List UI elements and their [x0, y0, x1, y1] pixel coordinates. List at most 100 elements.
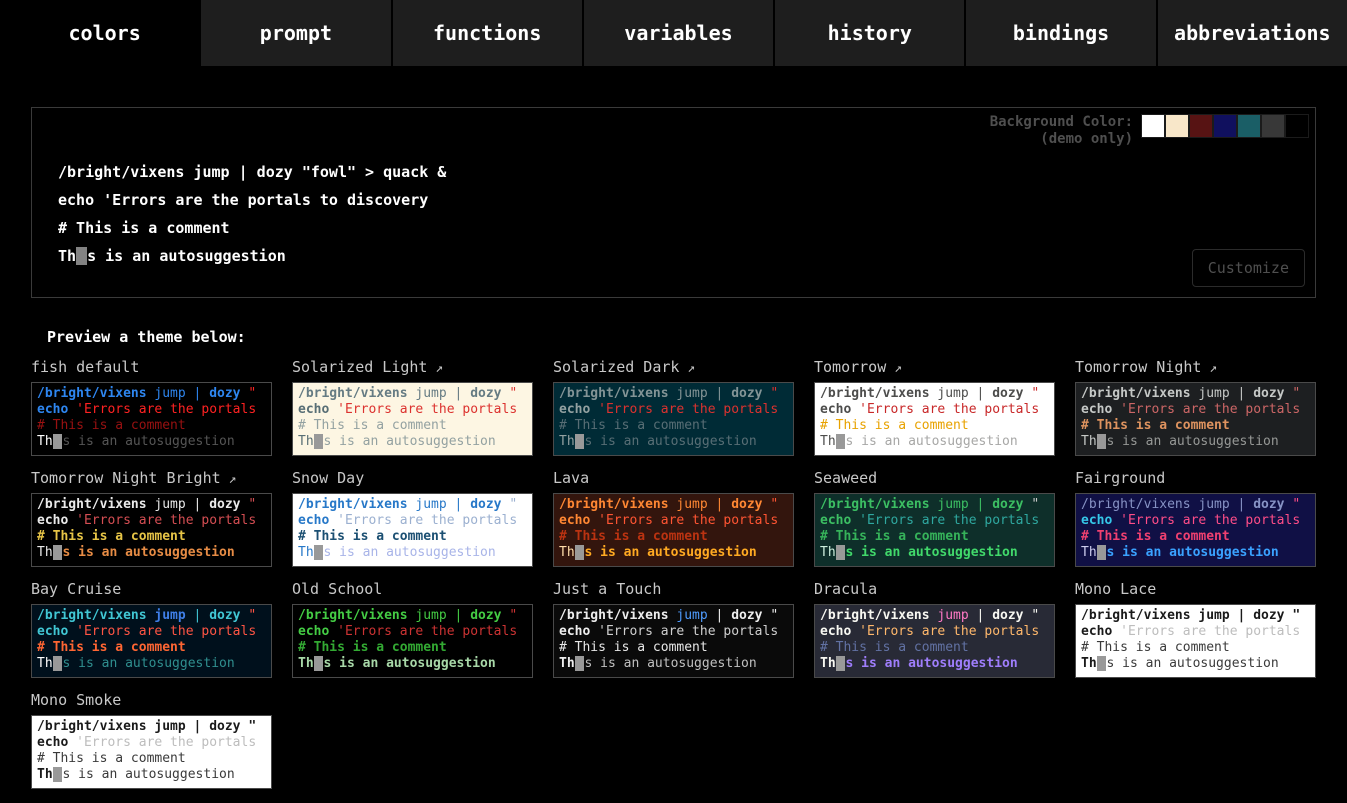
theme-name[interactable]: Fairground — [1075, 469, 1316, 490]
theme-preview-line: echo 'Errors are the portals — [820, 513, 1049, 529]
code-span: echo — [559, 402, 598, 417]
external-link-icon[interactable]: ↗ — [886, 361, 902, 376]
theme-name[interactable]: Solarized Dark ↗ — [553, 358, 794, 379]
external-link-icon[interactable]: ↗ — [1201, 361, 1217, 376]
theme-preview[interactable]: /bright/vixens jump | dozy "echo 'Errors… — [292, 382, 533, 456]
code-span: /bright/vixens — [820, 386, 930, 401]
theme-name[interactable]: fish default — [31, 358, 272, 379]
code-span: echo — [559, 513, 598, 528]
theme-preview-line: This is an autosuggestion — [298, 434, 527, 450]
code-span: echo 'Errors are the portals to discover… — [58, 191, 428, 209]
theme-card-fish-default[interactable]: fish default/bright/vixens jump | dozy "… — [31, 358, 272, 456]
theme-preview-line: This is an autosuggestion — [559, 545, 788, 561]
theme-card-mono-smoke[interactable]: Mono Smoke/bright/vixens jump | dozy "ec… — [31, 691, 272, 789]
theme-name[interactable]: Mono Lace — [1075, 580, 1316, 601]
theme-card-solarized-light[interactable]: Solarized Light ↗ /bright/vixens jump | d… — [292, 358, 533, 456]
theme-name[interactable]: Tomorrow Night ↗ — [1075, 358, 1316, 379]
external-link-icon[interactable]: ↗ — [679, 361, 695, 376]
theme-preview-line: # This is a comment — [298, 418, 527, 434]
background-swatch-3[interactable] — [1213, 114, 1237, 138]
tab-colors[interactable]: colors — [10, 0, 199, 66]
tab-bindings[interactable]: bindings — [964, 0, 1155, 66]
tab-prompt[interactable]: prompt — [199, 0, 390, 66]
theme-preview[interactable]: /bright/vixens jump | dozy "echo 'Errors… — [814, 604, 1055, 678]
theme-card-tomorrow[interactable]: Tomorrow ↗ /bright/vixens jump | dozy "ec… — [814, 358, 1055, 456]
external-link-icon[interactable]: ↗ — [221, 472, 237, 487]
code-span: jump — [147, 719, 186, 734]
code-span: " — [1024, 608, 1040, 623]
tab-history[interactable]: history — [773, 0, 964, 66]
code-span: dozy — [470, 497, 501, 512]
theme-name[interactable]: Tomorrow Night Bright ↗ — [31, 469, 272, 490]
theme-preview[interactable]: /bright/vixens jump | dozy "echo 'Errors… — [1075, 604, 1316, 678]
theme-card-seaweed[interactable]: Seaweed/bright/vixens jump | dozy "echo … — [814, 469, 1055, 567]
theme-name[interactable]: Tomorrow ↗ — [814, 358, 1055, 379]
background-swatch-4[interactable] — [1237, 114, 1261, 138]
code-span: jump — [1191, 386, 1230, 401]
theme-preview[interactable]: /bright/vixens jump | dozy "echo 'Errors… — [814, 382, 1055, 456]
theme-name[interactable]: Lava — [553, 469, 794, 490]
code-span: s is an autosuggestion — [62, 434, 234, 449]
code-span: dozy — [1253, 497, 1284, 512]
theme-preview[interactable]: /bright/vixens jump | dozy "echo 'Errors… — [31, 493, 272, 567]
theme-preview-line: # This is a comment — [37, 529, 266, 545]
code-span: Th — [559, 656, 575, 671]
theme-preview[interactable]: /bright/vixens jump | dozy "echo 'Errors… — [292, 493, 533, 567]
cursor-block: i — [1097, 434, 1107, 449]
code-span: 'Errors are the portals — [598, 402, 778, 417]
theme-card-fairground[interactable]: Fairground/bright/vixens jump | dozy "ec… — [1075, 469, 1316, 567]
theme-name[interactable]: Dracula — [814, 580, 1055, 601]
theme-card-bay-cruise[interactable]: Bay Cruise/bright/vixens jump | dozy "ec… — [31, 580, 272, 678]
background-swatch-0[interactable] — [1141, 114, 1165, 138]
theme-name[interactable]: Bay Cruise — [31, 580, 272, 601]
theme-preview[interactable]: /bright/vixens jump | dozy "echo 'Errors… — [553, 604, 794, 678]
theme-preview[interactable]: /bright/vixens jump | dozy "echo 'Errors… — [553, 493, 794, 567]
theme-card-tomorrow-night-bright[interactable]: Tomorrow Night Bright ↗ /bright/vixens ju… — [31, 469, 272, 567]
customize-button[interactable]: Customize — [1192, 249, 1305, 287]
code-span: /bright/vixens — [559, 386, 669, 401]
theme-name[interactable]: Old School — [292, 580, 533, 601]
theme-name[interactable]: Just a Touch — [553, 580, 794, 601]
theme-card-dracula[interactable]: Dracula/bright/vixens jump | dozy "echo … — [814, 580, 1055, 678]
background-swatch-5[interactable] — [1261, 114, 1285, 138]
theme-name[interactable]: Solarized Light ↗ — [292, 358, 533, 379]
theme-preview[interactable]: /bright/vixens jump | dozy "echo 'Errors… — [31, 604, 272, 678]
theme-card-mono-lace[interactable]: Mono Lace/bright/vixens jump | dozy "ech… — [1075, 580, 1316, 678]
tab-abbreviations[interactable]: abbreviations — [1156, 0, 1347, 66]
theme-preview[interactable]: /bright/vixens jump | dozy "echo 'Errors… — [1075, 493, 1316, 567]
code-span: # This is a comment — [37, 418, 186, 433]
code-span: Th — [37, 767, 53, 782]
theme-card-tomorrow-night[interactable]: Tomorrow Night ↗ /bright/vixens jump | do… — [1075, 358, 1316, 456]
theme-card-lava[interactable]: Lava/bright/vixens jump | dozy "echo 'Er… — [553, 469, 794, 567]
theme-preview[interactable]: /bright/vixens jump | dozy "echo 'Errors… — [31, 382, 272, 456]
code-span: /bright/vixens — [37, 719, 147, 734]
theme-card-solarized-dark[interactable]: Solarized Dark ↗ /bright/vixens jump | do… — [553, 358, 794, 456]
code-span: jump — [1191, 608, 1230, 623]
theme-preview[interactable]: /bright/vixens jump | dozy "echo 'Errors… — [1075, 382, 1316, 456]
theme-preview-line: # This is a comment — [1081, 640, 1310, 656]
background-swatch-1[interactable] — [1165, 114, 1189, 138]
background-swatch-6[interactable] — [1285, 114, 1309, 138]
theme-name[interactable]: Mono Smoke — [31, 691, 272, 712]
tab-variables[interactable]: variables — [582, 0, 773, 66]
code-span: s is an autosuggestion — [323, 656, 495, 671]
theme-preview[interactable]: /bright/vixens jump | dozy "echo 'Errors… — [814, 493, 1055, 567]
theme-name[interactable]: Seaweed — [814, 469, 1055, 490]
cursor-block: i — [314, 656, 324, 671]
theme-preview-line: # This is a comment — [37, 751, 266, 767]
tab-functions[interactable]: functions — [391, 0, 582, 66]
theme-card-just-a-touch[interactable]: Just a Touch/bright/vixens jump | dozy "… — [553, 580, 794, 678]
code-span: | — [708, 497, 731, 512]
background-swatch-2[interactable] — [1189, 114, 1213, 138]
theme-preview-line: /bright/vixens jump | dozy " — [37, 386, 266, 402]
theme-card-snow-day[interactable]: Snow Day/bright/vixens jump | dozy "echo… — [292, 469, 533, 567]
theme-preview[interactable]: /bright/vixens jump | dozy "echo 'Errors… — [31, 715, 272, 789]
theme-name[interactable]: Snow Day — [292, 469, 533, 490]
external-link-icon[interactable]: ↗ — [427, 361, 443, 376]
theme-card-old-school[interactable]: Old School/bright/vixens jump | dozy "ec… — [292, 580, 533, 678]
theme-preview[interactable]: /bright/vixens jump | dozy "echo 'Errors… — [553, 382, 794, 456]
theme-preview[interactable]: /bright/vixens jump | dozy "echo 'Errors… — [292, 604, 533, 678]
terminal-line: echo 'Errors are the portals to discover… — [58, 186, 446, 214]
code-span: 'Errors are the portals — [598, 624, 778, 639]
cursor-block: i — [314, 434, 324, 449]
